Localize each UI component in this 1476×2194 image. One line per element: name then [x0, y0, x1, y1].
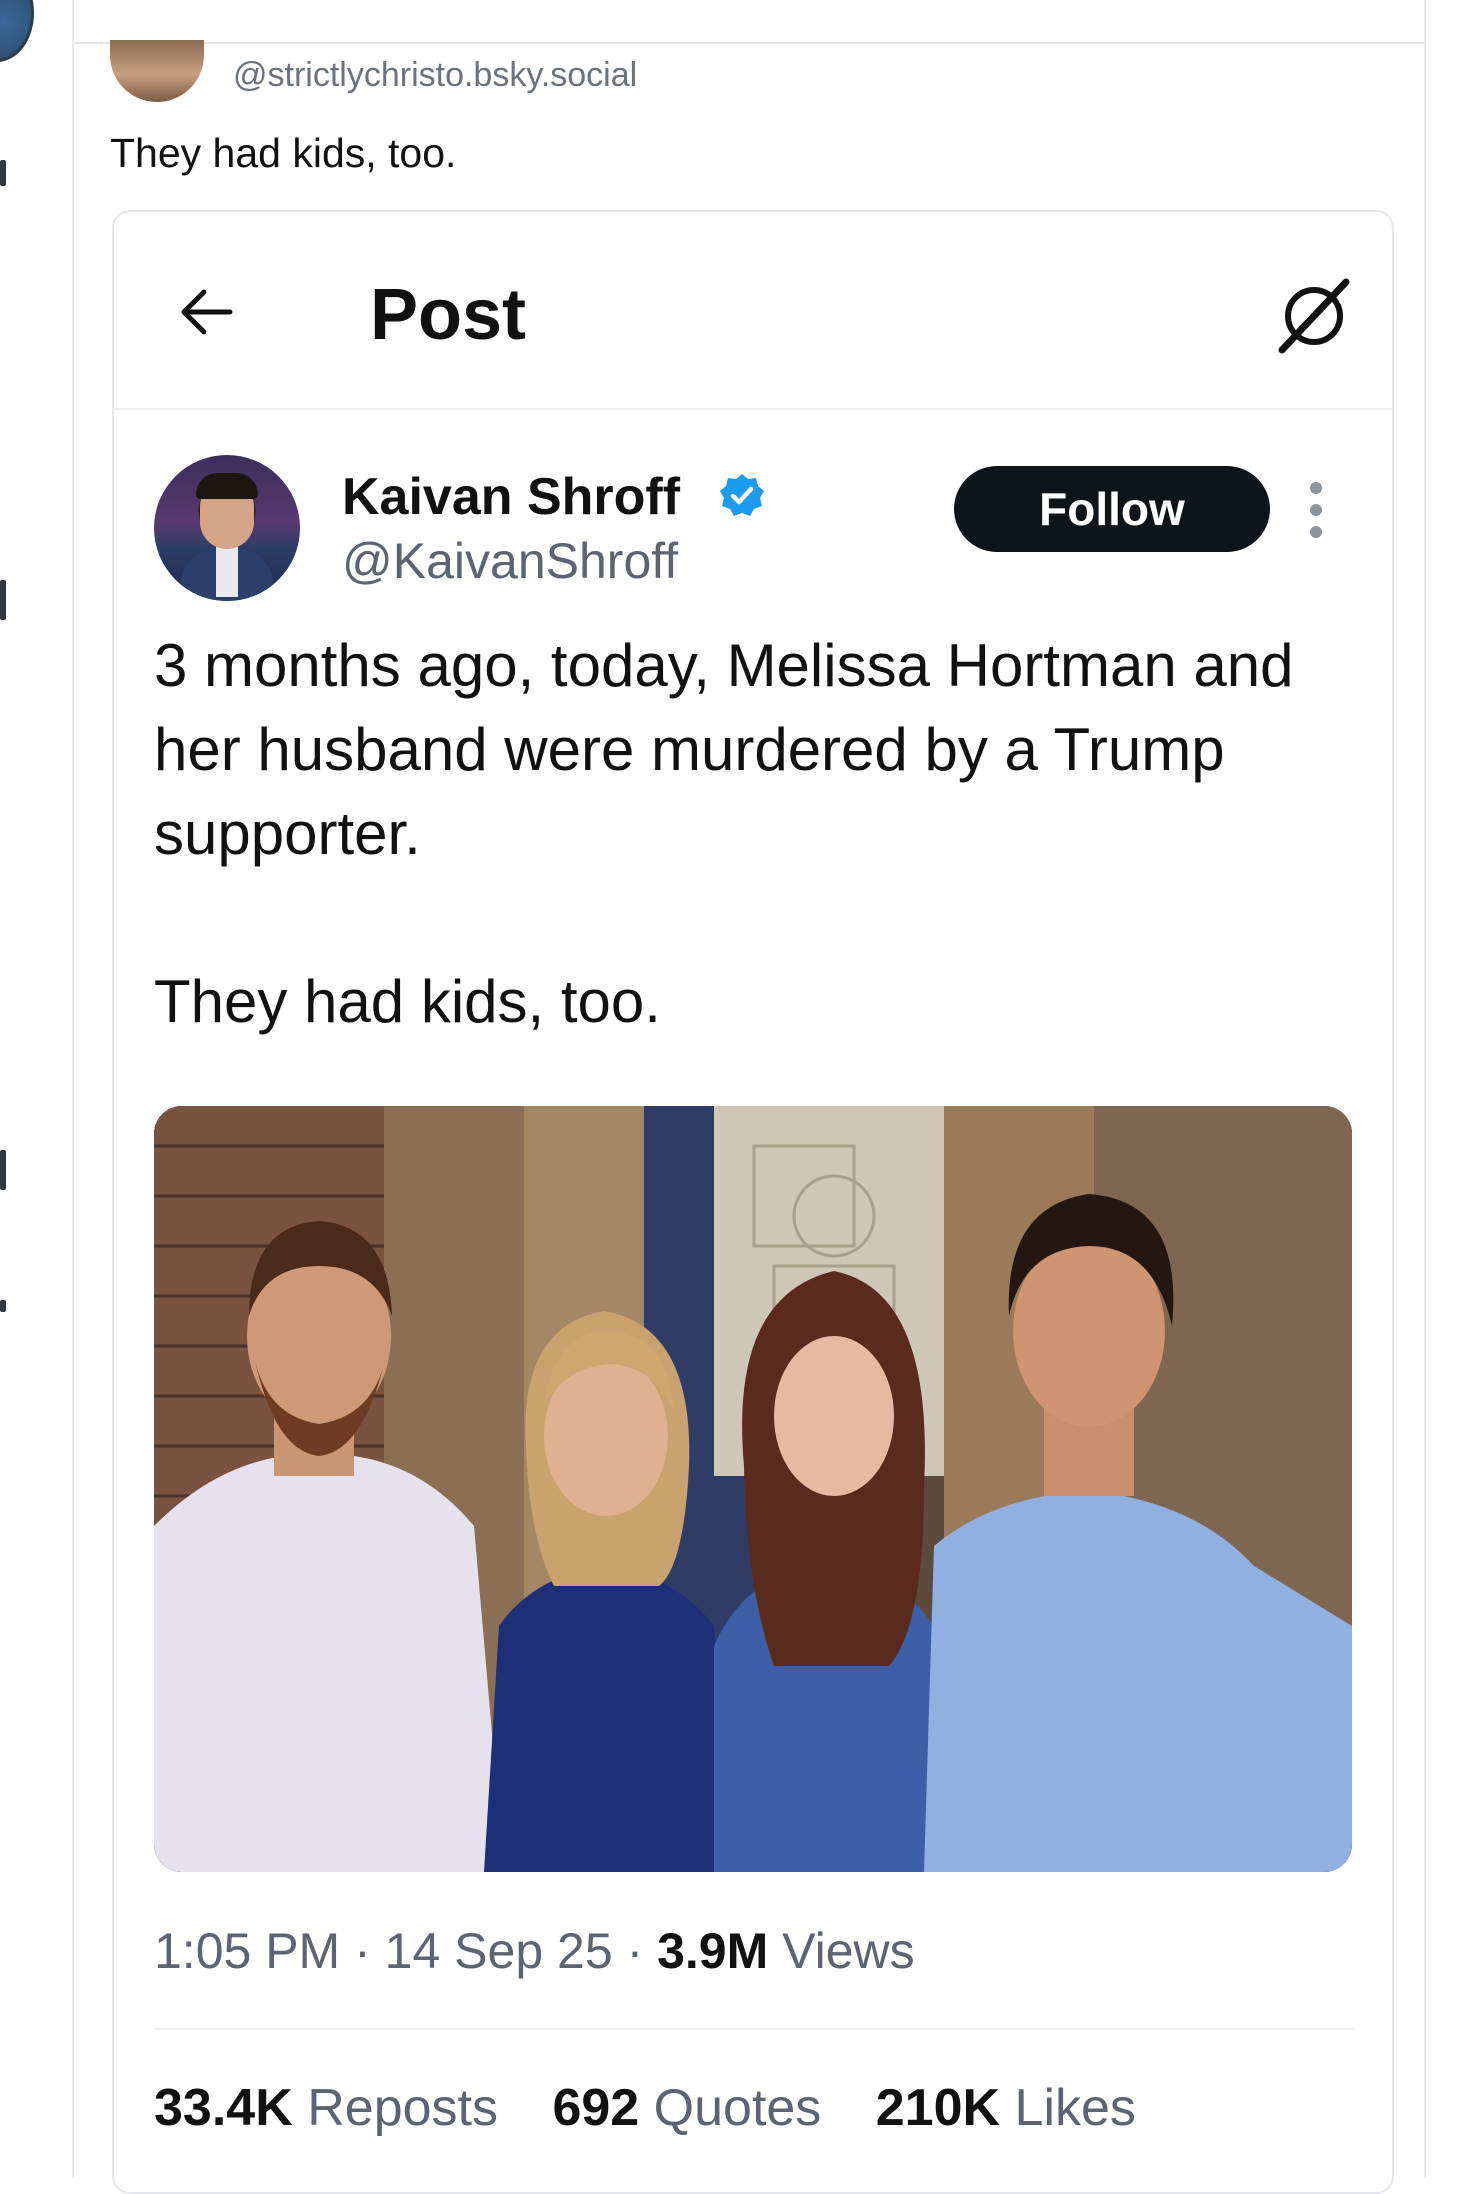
column-border-left: [72, 0, 74, 2177]
x-author-name: Kaivan Shroff: [342, 468, 681, 526]
post-date: 14 Sep 25: [384, 1923, 613, 1979]
post-time: 1:05 PM: [154, 1923, 341, 1979]
author-handle[interactable]: @strictlychristo.bsky.social: [233, 56, 637, 95]
x-post-stats: 33.4K Reposts 692 Quotes 210K Likes: [154, 2078, 1176, 2138]
x-post-paragraph: They had kids, too.: [154, 968, 661, 1035]
likes-count: 210K: [875, 2079, 1001, 2137]
more-vertical-icon: [1310, 482, 1324, 542]
column-border-right: [1424, 0, 1426, 2177]
separator-dot: ·: [354, 1923, 385, 1979]
views-label: Views: [782, 1923, 915, 1979]
reposts-count: 33.4K: [154, 2079, 293, 2137]
family-photo: [154, 1106, 1352, 1872]
author-avatar[interactable]: [110, 40, 204, 102]
post-text: They had kids, too.: [110, 130, 457, 176]
verified-badge-icon: [720, 474, 764, 516]
separator-dot: ·: [626, 1923, 658, 1979]
x-author-avatar: [154, 455, 300, 601]
header-divider: [74, 42, 1424, 44]
likes-label: Likes: [1014, 2079, 1136, 2137]
x-post-body: 3 months ago, today, Melissa Hortman and…: [154, 624, 1354, 1044]
arrow-left-icon: [181, 289, 233, 335]
x-author-handle: @KaivanShroff: [342, 533, 679, 589]
quotes-label: Quotes: [653, 2079, 822, 2137]
left-edge-fragments: [0, 0, 10, 2177]
likes-stat: 210K Likes: [876, 2079, 1136, 2137]
grok-icon: [1278, 278, 1350, 354]
x-post-paragraph: 3 months ago, today, Melissa Hortman and…: [154, 632, 1294, 867]
views-count: 3.9M: [657, 1923, 769, 1979]
quotes-count: 692: [552, 2079, 640, 2137]
x-post-header: Post: [114, 212, 1392, 410]
stats-divider: [154, 2028, 1354, 2030]
embedded-image[interactable]: Post Kaivan Shroff @KaivanShroff Follow …: [112, 210, 1394, 2194]
reposts-label: Reposts: [307, 2079, 498, 2137]
page-title: Post: [370, 275, 527, 355]
reposts-stat: 33.4K Reposts: [154, 2079, 512, 2137]
x-post-meta: 1:05 PM · 14 Sep 25 · 3.9M Views: [154, 1922, 915, 1980]
quotes-stat: 692 Quotes: [552, 2079, 835, 2137]
follow-button: Follow: [954, 466, 1270, 552]
